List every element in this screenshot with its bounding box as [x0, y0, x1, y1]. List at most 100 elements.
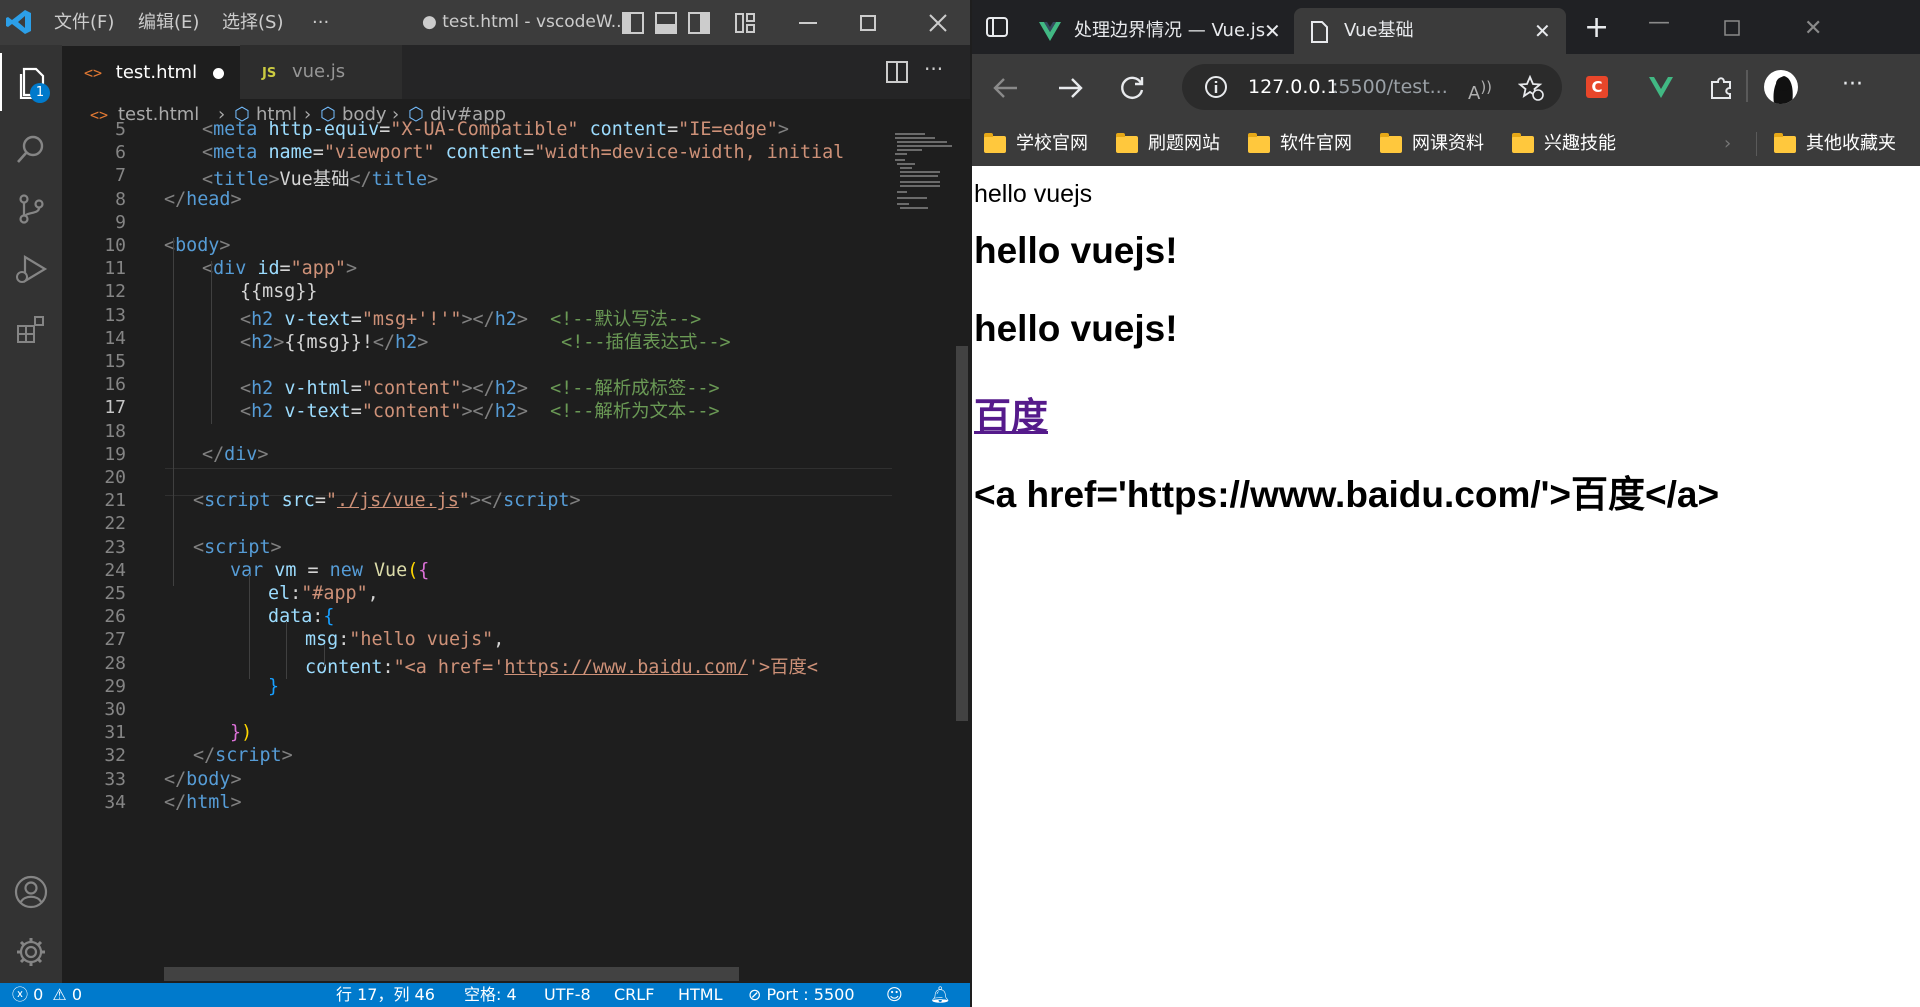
extension-c-icon[interactable]: C [1586, 76, 1608, 98]
code-line-27: msg:"hello vuejs", [305, 629, 504, 650]
maximize-icon[interactable] [840, 0, 896, 45]
code-token: ) [241, 722, 253, 744]
indentation[interactable]: 空格: 4 [464, 983, 517, 1007]
end-of-line[interactable]: CRLF [614, 983, 654, 1007]
code-token: head [186, 188, 231, 210]
close-window-icon[interactable]: ✕ [1804, 16, 1822, 41]
back-arrow-icon[interactable] [992, 74, 1020, 102]
minimize-icon[interactable]: — [1648, 10, 1670, 35]
customize-layout-icon[interactable] [734, 12, 756, 34]
bookmark-folder[interactable]: 网课资料 [1380, 122, 1484, 166]
bookmark-folder[interactable]: 软件官网 [1248, 122, 1352, 166]
code-token: html [186, 791, 231, 813]
code-token: = [296, 559, 330, 581]
new-tab-icon[interactable]: + [1584, 10, 1609, 45]
close-tab-icon[interactable]: ✕ [1264, 8, 1281, 54]
code-token: > [516, 401, 528, 423]
profile-avatar[interactable] [1764, 70, 1798, 104]
tab-vue-js[interactable]: JS vue.js [240, 45, 402, 99]
read-aloud-icon[interactable]: A)) [1468, 64, 1492, 117]
browser-toolbar: 127.0.0.1 :5500/test... A)) C ··· [972, 54, 1920, 122]
bookmark-folder[interactable]: 学校官网 [984, 122, 1088, 166]
code-token: = [350, 308, 362, 330]
settings-gear-icon[interactable] [0, 923, 62, 981]
baidu-link[interactable]: 百度 [974, 386, 1048, 440]
tab-title: 处理边界情况 — Vue.js [1074, 20, 1266, 41]
tab-actions-icon[interactable] [986, 16, 1008, 38]
code-line-16: <h2 v-html="content"></h2> <!--解析成标签--> [240, 374, 720, 400]
code-token: < [240, 308, 252, 330]
code-token: = [312, 142, 324, 164]
code-token: h2 [494, 308, 517, 330]
code-editor[interactable]: 5 6 7 8 9 10 11 12 13 14 15 16 17 18 19 20 21 22 23 24 25 26 2… [62, 119, 892, 983]
code-token: } [268, 675, 280, 697]
close-window-icon[interactable] [910, 0, 966, 45]
maximize-icon[interactable] [1724, 20, 1740, 36]
source-control-icon[interactable] [0, 180, 62, 238]
search-icon[interactable] [0, 120, 62, 178]
horizontal-scrollbar[interactable] [164, 967, 739, 981]
menu-selection[interactable]: 选择(S) [222, 0, 283, 45]
run-debug-icon[interactable] [0, 240, 62, 298]
folder-icon [1116, 132, 1138, 153]
account-icon[interactable] [0, 863, 62, 921]
bookmark-folder[interactable]: 刷题网站 [1116, 122, 1220, 166]
vertical-scrollbar[interactable] [952, 131, 970, 983]
feedback-icon[interactable]: ☺ [886, 983, 903, 1007]
toggle-panel-icon[interactable] [655, 12, 677, 34]
unsaved-dot-icon[interactable] [213, 68, 224, 79]
extensions-icon[interactable] [0, 300, 62, 358]
add-favorite-star-icon[interactable] [1518, 75, 1544, 101]
code-token: var [230, 559, 264, 581]
code-token: > [516, 308, 528, 330]
code-line-19: </div> [202, 444, 268, 465]
site-info-icon[interactable] [1204, 75, 1228, 99]
code-token: vm [274, 559, 297, 581]
activity-bar: 1 [0, 45, 62, 983]
scrollbar-thumb[interactable] [956, 346, 968, 721]
bookmark-folder[interactable]: 兴趣技能 [1512, 122, 1616, 166]
notifications-bell-icon[interactable]: 🔔︎ [930, 983, 950, 1007]
code-token: < [240, 401, 252, 423]
problems-indicator[interactable]: ⓧ 0 ⚠ 0 [12, 983, 82, 1007]
minimap[interactable] [892, 131, 952, 983]
close-tab-icon[interactable]: ✕ [1534, 8, 1551, 54]
menu-edit[interactable]: 编辑(E) [138, 0, 199, 45]
explorer-icon[interactable] [0, 53, 64, 111]
menu-more[interactable]: ··· [312, 0, 329, 45]
code-token: content [445, 142, 524, 164]
toggle-secondary-sidebar-icon[interactable] [688, 12, 710, 34]
live-server-port[interactable]: ⊘ Port : 5500 [748, 983, 855, 1007]
browser-tab-active[interactable]: Vue基础 ✕ [1294, 8, 1566, 54]
menu-file[interactable]: 文件(F) [54, 0, 114, 45]
code-token: {{msg}}! [284, 331, 373, 353]
browser-tab-vue-docs[interactable]: 处理边界情况 — Vue.js ✕ [1026, 8, 1292, 54]
cursor-position[interactable]: 行 17，列 46 [336, 983, 435, 1007]
code-token: ></ [461, 401, 495, 423]
code-token: "content" [361, 378, 462, 400]
minimize-icon[interactable] [780, 0, 836, 45]
language-mode[interactable]: HTML [678, 983, 723, 1007]
chevron-right-icon[interactable]: › [1724, 122, 1731, 166]
settings-more-icon[interactable]: ··· [1842, 72, 1863, 97]
code-token: { [323, 606, 335, 628]
vue-devtools-icon[interactable] [1648, 74, 1674, 100]
encoding[interactable]: UTF-8 [544, 983, 591, 1007]
split-editor-icon[interactable] [886, 61, 908, 83]
refresh-icon[interactable] [1118, 74, 1146, 102]
more-actions-icon[interactable]: ··· [924, 57, 943, 81]
toggle-sidebar-icon[interactable] [622, 12, 644, 34]
breadcrumb-file[interactable]: test.html [118, 99, 199, 131]
code-token: content [305, 656, 383, 678]
address-bar[interactable]: 127.0.0.1 :5500/test... A)) [1182, 64, 1562, 110]
other-favorites-folder[interactable]: 其他收藏夹 [1774, 122, 1896, 166]
code-token: h2 [395, 331, 418, 353]
bookmark-label: 学校官网 [1016, 133, 1088, 154]
extensions-puzzle-icon[interactable] [1708, 74, 1734, 100]
code-line-14: <h2>{{msg}}!</h2> <!--插值表达式--> [240, 328, 731, 354]
forward-arrow-icon[interactable] [1056, 74, 1084, 102]
tab-test-html[interactable]: <> test.html [62, 45, 240, 99]
code-token: content [589, 119, 668, 140]
